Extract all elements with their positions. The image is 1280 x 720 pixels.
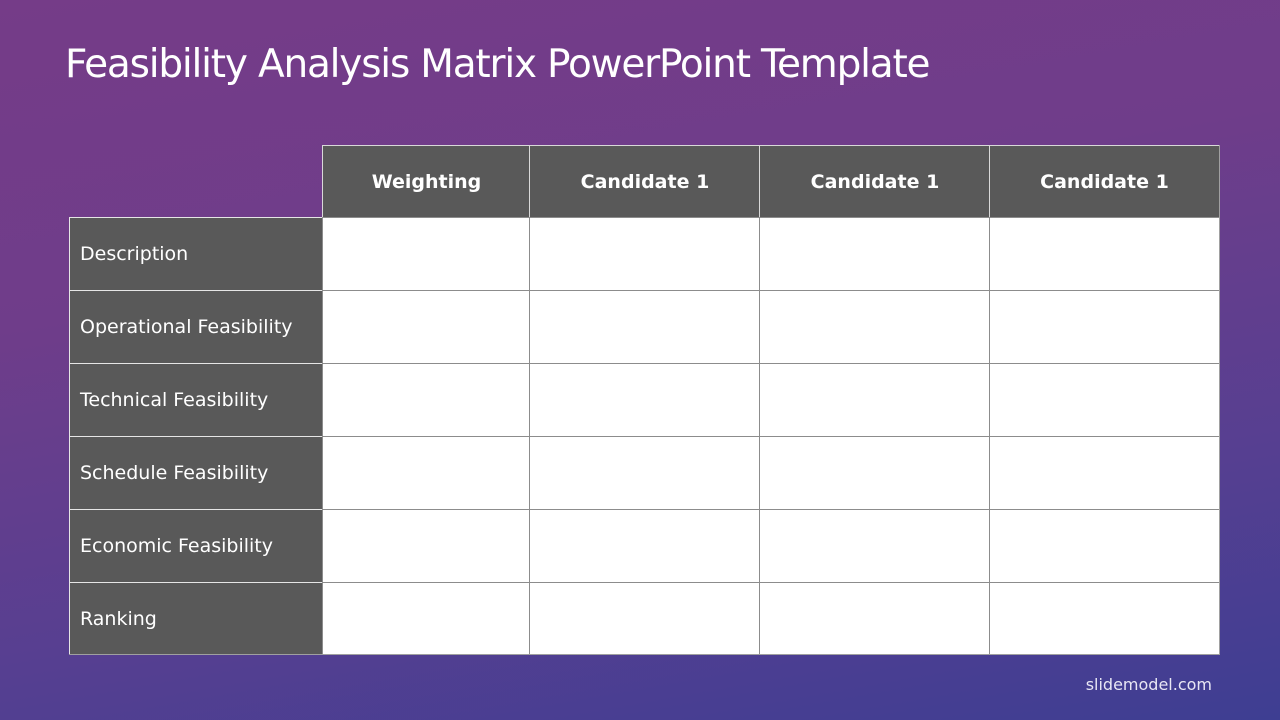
slide-title: Feasibility Analysis Matrix PowerPoint T…	[65, 42, 931, 87]
row-label-ranking: Ranking	[69, 582, 323, 655]
table-cell[interactable]	[989, 509, 1220, 582]
table-cell[interactable]	[529, 363, 760, 436]
footer-brand: slidemodel.com	[1085, 675, 1212, 694]
table-cell[interactable]	[322, 290, 530, 363]
table-cell[interactable]	[989, 436, 1220, 509]
row-label-operational-feasibility: Operational Feasibility	[69, 290, 323, 363]
table-cell[interactable]	[989, 363, 1220, 436]
column-header-candidate: Candidate 1	[529, 145, 760, 217]
table-cell[interactable]	[529, 217, 760, 290]
table-cell[interactable]	[322, 363, 530, 436]
column-header-candidate: Candidate 1	[759, 145, 990, 217]
table-cell[interactable]	[759, 290, 990, 363]
row-label-description: Description	[69, 217, 323, 290]
table-cell[interactable]	[529, 582, 760, 655]
row-label-technical-feasibility: Technical Feasibility	[69, 363, 323, 436]
table-cell[interactable]	[989, 582, 1220, 655]
table-cell[interactable]	[529, 290, 760, 363]
table-cell[interactable]	[322, 509, 530, 582]
table-cell[interactable]	[759, 363, 990, 436]
table-cell[interactable]	[529, 509, 760, 582]
table-cell[interactable]	[759, 217, 990, 290]
table-cell[interactable]	[322, 436, 530, 509]
row-label-schedule-feasibility: Schedule Feasibility	[69, 436, 323, 509]
table-cell[interactable]	[989, 217, 1220, 290]
table-cell[interactable]	[759, 509, 990, 582]
table-cell[interactable]	[322, 217, 530, 290]
table-cell[interactable]	[989, 290, 1220, 363]
column-header-candidate: Candidate 1	[989, 145, 1220, 217]
table-cell[interactable]	[322, 582, 530, 655]
table-cell[interactable]	[529, 436, 760, 509]
table-cell[interactable]	[759, 436, 990, 509]
row-label-economic-feasibility: Economic Feasibility	[69, 509, 323, 582]
table-cell[interactable]	[759, 582, 990, 655]
table-border-right	[1219, 145, 1220, 655]
table-border-bottom	[69, 654, 1220, 655]
column-header-weighting: Weighting	[322, 145, 530, 217]
